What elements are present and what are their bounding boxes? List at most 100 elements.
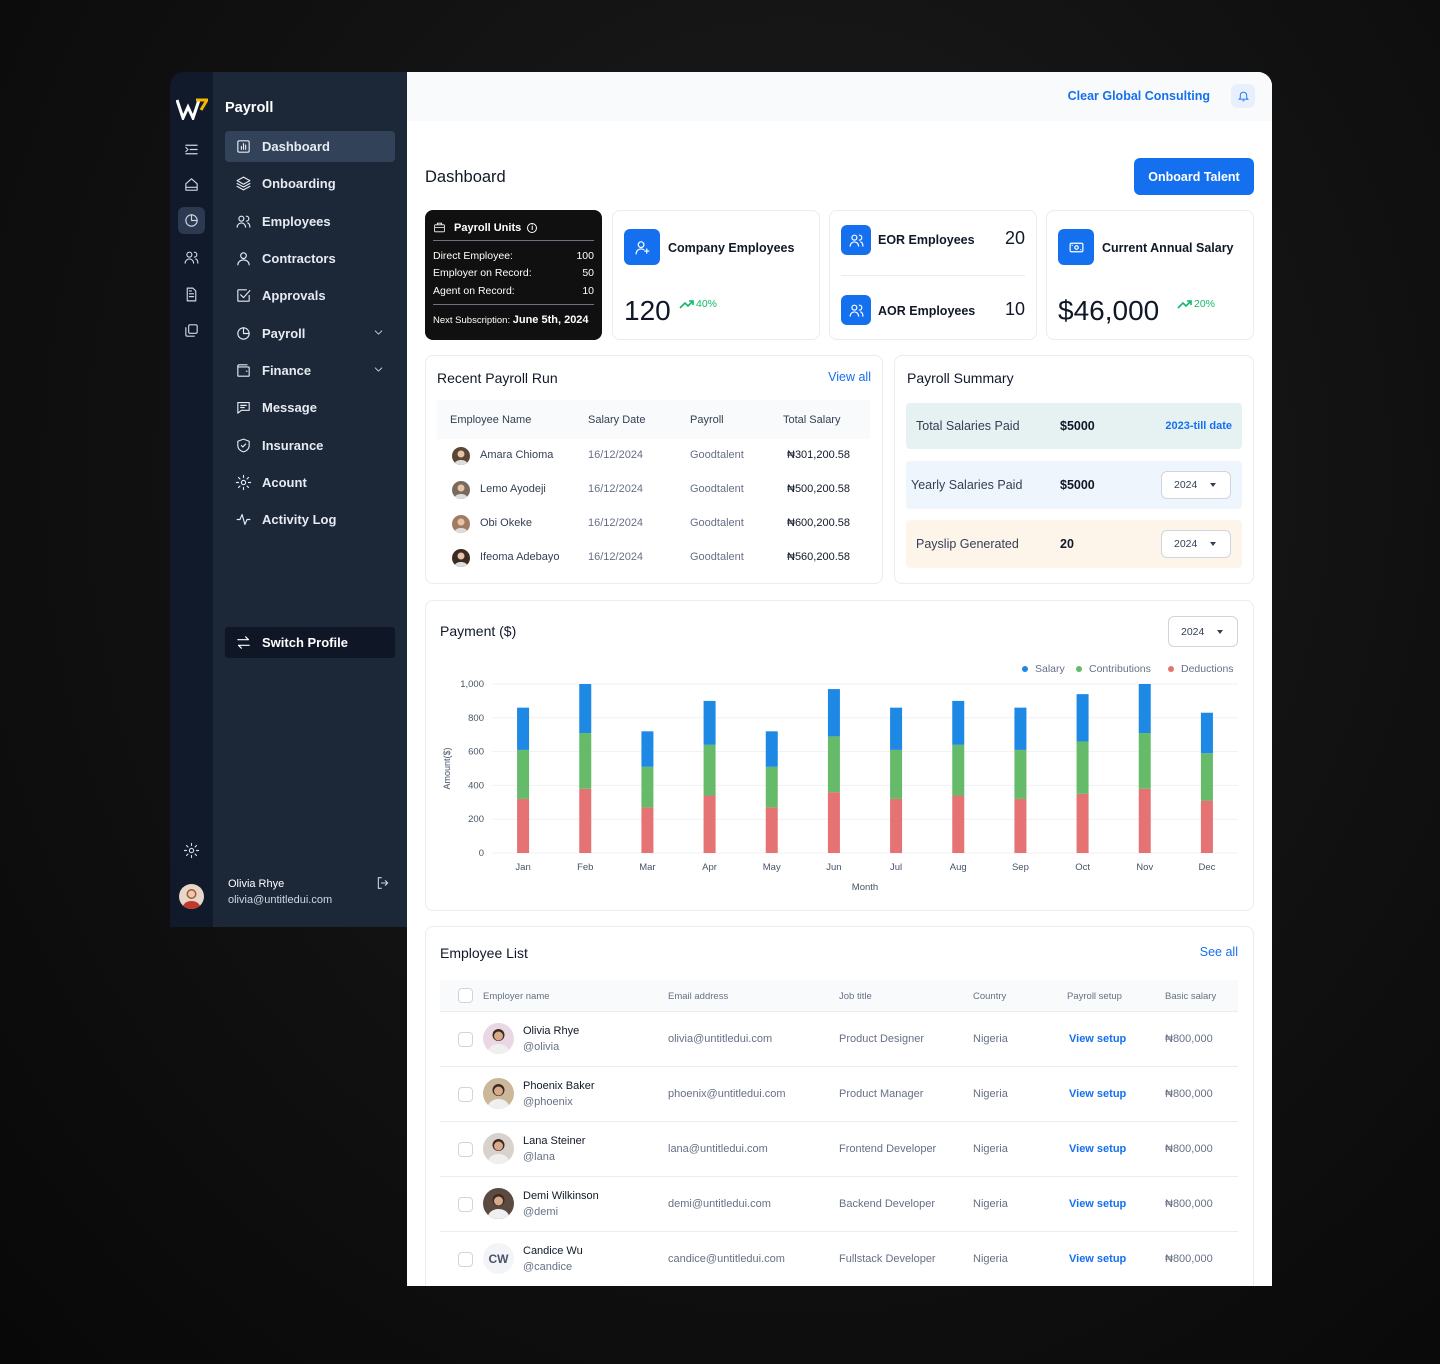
- table-row[interactable]: Olivia Rhye @olivia olivia@untitledui.co…: [440, 1012, 1238, 1067]
- employee-name: Demi Wilkinson: [523, 1190, 599, 1202]
- row-checkbox[interactable]: [458, 1142, 473, 1157]
- employee-name: Lemo Ayodeji: [480, 483, 546, 495]
- check-square-icon: [237, 289, 251, 302]
- legend-label: Salary: [1035, 663, 1065, 675]
- sidebar-item-approvals[interactable]: Approvals: [225, 280, 395, 311]
- payroll-units-header: Payroll Units i: [433, 221, 538, 234]
- user-avatar[interactable]: [179, 884, 204, 909]
- home-icon[interactable]: [178, 171, 205, 198]
- users-rail-icon[interactable]: [178, 244, 205, 271]
- info-icon[interactable]: i: [527, 222, 538, 233]
- caret-down-icon: [1217, 630, 1223, 634]
- see-all-link[interactable]: See all: [1200, 945, 1238, 959]
- activity-icon: [236, 513, 251, 526]
- logout-icon[interactable]: [375, 875, 391, 891]
- table-row[interactable]: CW Candice Wu @candice candice@untitledu…: [440, 1232, 1238, 1286]
- total-salary: ₦600,200.58: [787, 517, 850, 529]
- column-header: Total Salary: [783, 414, 841, 426]
- sidebar-item-payroll[interactable]: Payroll: [225, 318, 395, 349]
- table-row[interactable]: Lana Steiner @lana lana@untitledui.com F…: [440, 1122, 1238, 1177]
- app-window: Payroll Dashboard Onboarding Employees C…: [170, 72, 1272, 1286]
- layers-icon: [236, 176, 251, 191]
- units-row-value: 50: [582, 267, 594, 279]
- date-range-link[interactable]: 2023-till date: [1165, 420, 1232, 432]
- table-row[interactable]: Amara Chioma 16/12/2024 Goodtalent ₦301,…: [437, 445, 870, 467]
- user-icon: [237, 252, 250, 266]
- row-checkbox[interactable]: [458, 1087, 473, 1102]
- sidebar-item-finance[interactable]: Finance: [225, 355, 395, 386]
- sidebar-item-message[interactable]: Message: [225, 392, 395, 423]
- view-setup-link[interactable]: View setup: [1069, 1088, 1126, 1100]
- column-header: Email address: [668, 991, 729, 1002]
- bar-contributions-may: [765, 766, 778, 808]
- employee-avatar: CW: [483, 1243, 514, 1274]
- table-row[interactable]: Lemo Ayodeji 16/12/2024 Goodtalent ₦500,…: [437, 479, 870, 501]
- view-setup-link[interactable]: View setup: [1069, 1033, 1126, 1045]
- table-header: Employer name Email address Job title Co…: [440, 980, 1238, 1012]
- column-header: Job title: [839, 991, 872, 1002]
- switch-profile-button[interactable]: Switch Profile: [225, 627, 395, 658]
- users-icon: [236, 215, 251, 228]
- view-setup-link[interactable]: View setup: [1069, 1143, 1126, 1155]
- employee-email: olivia@untitledui.com: [668, 1033, 773, 1045]
- next-subscription-label: Next Subscription:: [433, 315, 511, 326]
- sidebar-item-employees[interactable]: Employees: [225, 206, 395, 237]
- salary-date: 16/12/2024: [588, 449, 644, 461]
- trend-value: 40%: [696, 298, 718, 310]
- year-select[interactable]: 2024: [1168, 616, 1238, 647]
- row-checkbox[interactable]: [458, 1032, 473, 1047]
- table-row[interactable]: Obi Okeke 16/12/2024 Goodtalent ₦600,200…: [437, 513, 870, 535]
- divider: [433, 240, 594, 241]
- basic-salary: ₦800,000: [1165, 1198, 1213, 1210]
- view-setup-link[interactable]: View setup: [1069, 1198, 1126, 1210]
- employee-handle: @phoenix: [523, 1096, 573, 1108]
- employee-country: Nigeria: [973, 1143, 1008, 1155]
- notification-button[interactable]: [1231, 84, 1255, 108]
- table-row[interactable]: Phoenix Baker @phoenix phoenix@untitledu…: [440, 1067, 1238, 1122]
- y-tick-label: 200: [468, 814, 484, 825]
- total-salary: ₦301,200.58: [787, 449, 850, 461]
- row-checkbox[interactable]: [458, 1252, 473, 1267]
- bar-deductions-apr: [703, 795, 716, 853]
- pie-chart-rail-icon[interactable]: [178, 207, 205, 234]
- trend-up-icon: [1177, 300, 1192, 309]
- table-row[interactable]: Demi Wilkinson @demi demi@untitledui.com…: [440, 1177, 1238, 1232]
- employee-name: Phoenix Baker: [523, 1080, 595, 1092]
- row-checkbox[interactable]: [458, 1197, 473, 1212]
- view-setup-link[interactable]: View setup: [1069, 1253, 1126, 1265]
- salary-date: 16/12/2024: [588, 517, 644, 529]
- next-subscription-date: June 5th, 2024: [512, 314, 589, 326]
- payroll-units-card: Payroll Units i Direct Employee: 100 Empl…: [425, 210, 602, 340]
- copy-icon[interactable]: [178, 317, 205, 344]
- sidebar-item-account[interactable]: Acount: [225, 467, 395, 498]
- bar-contributions-mar: [641, 766, 654, 808]
- table-row[interactable]: Ifeoma Adebayo 16/12/2024 Goodtalent ₦56…: [437, 547, 870, 569]
- menu-collapse-icon[interactable]: [178, 136, 205, 163]
- sidebar-item-activity-log[interactable]: Activity Log: [225, 504, 395, 535]
- x-tick-label: Sep: [1012, 862, 1029, 873]
- units-row-value: 100: [576, 250, 594, 262]
- stat-label: AOR Employees: [878, 304, 976, 318]
- bar-contributions-apr: [703, 744, 716, 796]
- year-select[interactable]: 2024: [1161, 530, 1231, 558]
- year-select[interactable]: 2024: [1161, 471, 1231, 499]
- legend-swatch: [1168, 666, 1174, 672]
- sidebar-item-dashboard[interactable]: Dashboard: [225, 131, 395, 162]
- sidebar-item-insurance[interactable]: Insurance: [225, 430, 395, 461]
- users-icon: [841, 225, 871, 255]
- sidebar-item-contractors[interactable]: Contractors: [225, 243, 395, 274]
- bar-salary-aug: [952, 700, 965, 745]
- settings-rail-icon[interactable]: [178, 837, 205, 864]
- sidebar-item-label: Activity Log: [262, 512, 337, 527]
- bar-contributions-sep: [1014, 749, 1027, 799]
- column-header: Basic salary: [1165, 991, 1217, 1002]
- bar-salary-nov: [1138, 684, 1151, 734]
- sidebar-item-onboarding[interactable]: Onboarding: [225, 168, 395, 199]
- organization-name[interactable]: Clear Global Consulting: [1068, 89, 1210, 103]
- onboard-talent-button[interactable]: Onboard Talent: [1134, 158, 1254, 195]
- document-icon[interactable]: [178, 281, 205, 308]
- bar-deductions-oct: [1076, 793, 1089, 853]
- user-plus-icon: [624, 229, 660, 265]
- view-all-link[interactable]: View all: [828, 370, 871, 384]
- select-all-checkbox[interactable]: [458, 988, 473, 1003]
